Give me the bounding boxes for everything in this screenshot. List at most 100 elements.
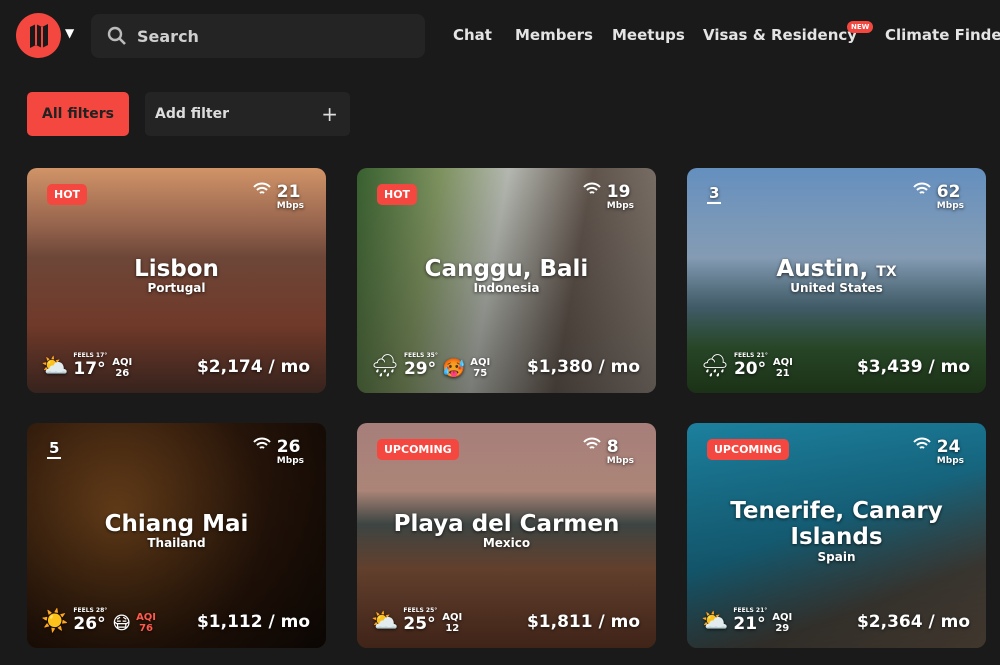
aqi-value: 76 xyxy=(139,623,153,634)
internet-speed: 19 Mbps xyxy=(583,182,634,211)
weather: ⛅ FEELS 25° 25° AQI 12 xyxy=(371,607,462,634)
aqi-face-icon: 😷 xyxy=(112,613,132,634)
internet-speed: 21 Mbps xyxy=(253,182,304,211)
internet-speed: 8 Mbps xyxy=(583,437,634,466)
search-icon xyxy=(107,26,126,45)
aqi-value: 75 xyxy=(473,368,488,379)
wifi-icon xyxy=(913,182,931,194)
weather: 🌧 FEELS 35° 29° 🥵 AQI 75 xyxy=(371,352,490,379)
nav-meetups[interactable]: Meetups xyxy=(612,26,685,44)
city-card[interactable]: UPCOMING 8 Mbps Playa del Carmen Mexico ⛅… xyxy=(357,423,656,648)
country-name: United States xyxy=(790,281,883,296)
monthly-cost: $1,811 / mo xyxy=(526,612,640,632)
sun-cloud-icon: ⛅ xyxy=(371,609,399,634)
temperature: 20° xyxy=(733,359,767,379)
speed-unit: Mbps xyxy=(606,456,634,466)
monthly-cost: $3,439 / mo xyxy=(856,357,970,377)
weather: ⛅ FEELS 21° 21° AQI 29 xyxy=(701,607,792,634)
status-badge: UPCOMING xyxy=(707,439,789,460)
city-name: Austin, xyxy=(776,256,869,282)
wifi-icon xyxy=(253,437,271,449)
aqi-value: 21 xyxy=(775,368,790,379)
weather: 🌧 FEELS 21° 20° AQI 21 xyxy=(701,352,793,379)
monthly-cost: $1,380 / mo xyxy=(526,357,640,377)
feels-like: FEELS 25° xyxy=(403,607,438,614)
all-filters-button[interactable]: All filters xyxy=(27,92,129,136)
temperature: 29° xyxy=(403,359,437,379)
country-name: Mexico xyxy=(482,536,531,551)
aqi-value: 29 xyxy=(775,623,790,634)
wifi-icon xyxy=(583,182,601,194)
plus-icon: + xyxy=(321,102,338,126)
aqi-label: AQI xyxy=(772,612,793,623)
status-badge: HOT xyxy=(47,184,88,205)
city-name: Canggu, Bali xyxy=(424,256,589,282)
chevron-down-icon[interactable]: ▼ xyxy=(65,26,74,40)
speed-value: 8 xyxy=(606,437,619,457)
city-card[interactable]: UPCOMING 24 Mbps Tenerife, Canary Islands… xyxy=(687,423,986,648)
rain-icon: 🌧 xyxy=(371,354,399,379)
state-suffix: TX xyxy=(876,264,897,280)
internet-speed: 26 Mbps xyxy=(253,437,304,466)
aqi-value: 26 xyxy=(115,368,130,379)
internet-speed: 62 Mbps xyxy=(913,182,964,211)
nav-members[interactable]: Members xyxy=(515,26,593,44)
feels-like: FEELS 21° xyxy=(733,352,768,359)
city-card[interactable]: HOT 19 Mbps Canggu, Bali Indonesia 🌧 FEEL… xyxy=(357,168,656,393)
aqi-face-icon: 🥵 xyxy=(442,358,466,379)
new-badge: NEW xyxy=(847,21,874,33)
city-name: Playa del Carmen xyxy=(393,511,620,537)
rank-number: 5 xyxy=(47,439,62,459)
speed-unit: Mbps xyxy=(606,201,634,211)
city-card[interactable]: 5 26 Mbps Chiang Mai Thailand ☀️ FEELS 28… xyxy=(27,423,326,648)
city-card[interactable]: HOT 21 Mbps Lisbon Portugal ⛅ FEELS 17° 17… xyxy=(27,168,326,393)
nav-climate-finder[interactable]: Climate Finder xyxy=(885,26,1000,44)
nav-chat[interactable]: Chat xyxy=(453,26,492,44)
map-icon xyxy=(29,23,48,48)
aqi-label: AQI xyxy=(470,357,491,368)
speed-value: 21 xyxy=(276,182,301,202)
country-name: Spain xyxy=(817,549,856,564)
speed-value: 26 xyxy=(276,437,301,457)
speed-unit: Mbps xyxy=(276,456,304,466)
feels-like: FEELS 17° xyxy=(73,352,108,359)
feels-like: FEELS 28° xyxy=(73,607,108,614)
aqi-value: 12 xyxy=(445,623,460,634)
monthly-cost: $2,174 / mo xyxy=(196,357,310,377)
weather: ☀️ FEELS 28° 26° 😷 AQI 76 xyxy=(41,607,156,634)
feels-like: FEELS 21° xyxy=(733,607,768,614)
speed-value: 19 xyxy=(606,182,631,202)
aqi-label: AQI xyxy=(442,612,463,623)
aqi-label: AQI xyxy=(112,357,133,368)
add-filter-button[interactable]: Add filter + xyxy=(145,92,350,136)
status-badge: HOT xyxy=(377,184,418,205)
aqi-label: AQI xyxy=(772,357,793,368)
wifi-icon xyxy=(583,437,601,449)
city-name: Tenerife, Canary Islands xyxy=(730,498,943,551)
city-name: Lisbon xyxy=(134,256,219,282)
temperature: 26° xyxy=(73,614,106,634)
nav-visas[interactable]: Visas & Residency xyxy=(703,26,857,44)
weather: ⛅ FEELS 17° 17° AQI 26 xyxy=(41,352,132,379)
sun-icon: ☀️ xyxy=(41,609,69,634)
speed-unit: Mbps xyxy=(936,201,964,211)
sun-cloud-icon: ⛅ xyxy=(701,609,729,634)
speed-unit: Mbps xyxy=(936,456,964,466)
monthly-cost: $1,112 / mo xyxy=(196,612,310,632)
status-badge: UPCOMING xyxy=(377,439,459,460)
city-card[interactable]: 3 62 Mbps Austin, TX United States 🌧 FEELS… xyxy=(687,168,986,393)
speed-value: 24 xyxy=(936,437,961,457)
country-name: Portugal xyxy=(147,281,206,296)
logo-button[interactable] xyxy=(16,13,61,58)
temperature: 25° xyxy=(403,614,436,634)
internet-speed: 24 Mbps xyxy=(913,437,964,466)
rain-icon: 🌧 xyxy=(701,354,729,379)
country-name: Indonesia xyxy=(473,281,540,296)
speed-unit: Mbps xyxy=(276,201,304,211)
temperature: 21° xyxy=(733,614,766,634)
feels-like: FEELS 35° xyxy=(403,352,438,359)
wifi-icon xyxy=(253,182,271,194)
rank-number: 3 xyxy=(707,184,722,204)
search-input[interactable]: Search xyxy=(91,14,425,58)
city-name: Chiang Mai xyxy=(104,511,249,537)
